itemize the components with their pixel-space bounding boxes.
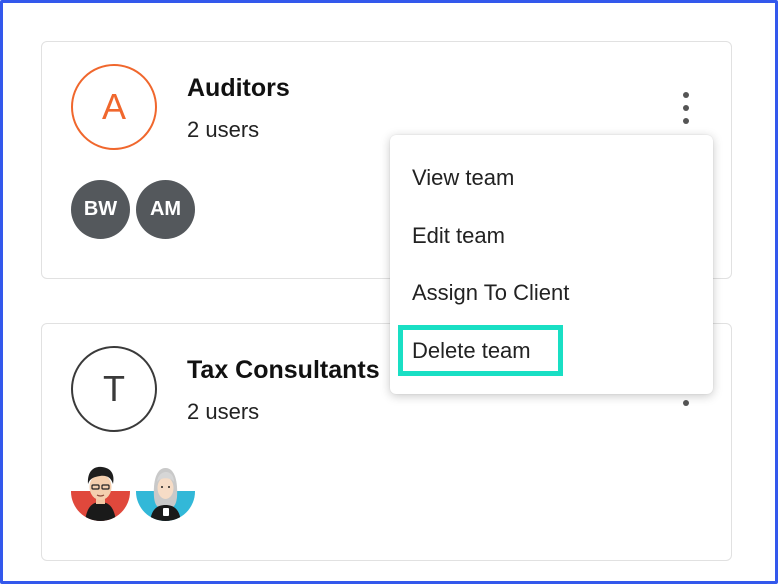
team-initial: A <box>101 86 126 127</box>
member-photo-avatar[interactable] <box>71 462 130 521</box>
menu-item-edit-team[interactable]: Edit team <box>412 223 505 249</box>
member-avatar[interactable]: AM <box>136 180 195 239</box>
menu-item-assign-to-client[interactable]: Assign To Client <box>412 280 569 306</box>
more-options-icon[interactable] <box>679 92 693 124</box>
member-avatar[interactable]: BW <box>71 180 130 239</box>
member-avatars: BW AM <box>71 180 195 239</box>
team-actions-menu: View team Edit team Assign To Client Del… <box>390 135 713 394</box>
member-photo-avatar[interactable] <box>136 462 195 521</box>
team-initial: T <box>103 368 125 409</box>
team-user-count: 2 users <box>187 117 260 142</box>
team-name[interactable]: Tax Consultants <box>187 356 380 385</box>
menu-item-view-team[interactable]: View team <box>412 165 514 191</box>
team-name[interactable]: Auditors <box>187 74 290 103</box>
member-avatars <box>71 462 195 521</box>
menu-item-delete-team[interactable]: Delete team <box>412 338 531 364</box>
team-avatar: A <box>71 64 157 150</box>
team-user-count: 2 users <box>187 399 260 424</box>
team-avatar: T <box>71 346 157 432</box>
